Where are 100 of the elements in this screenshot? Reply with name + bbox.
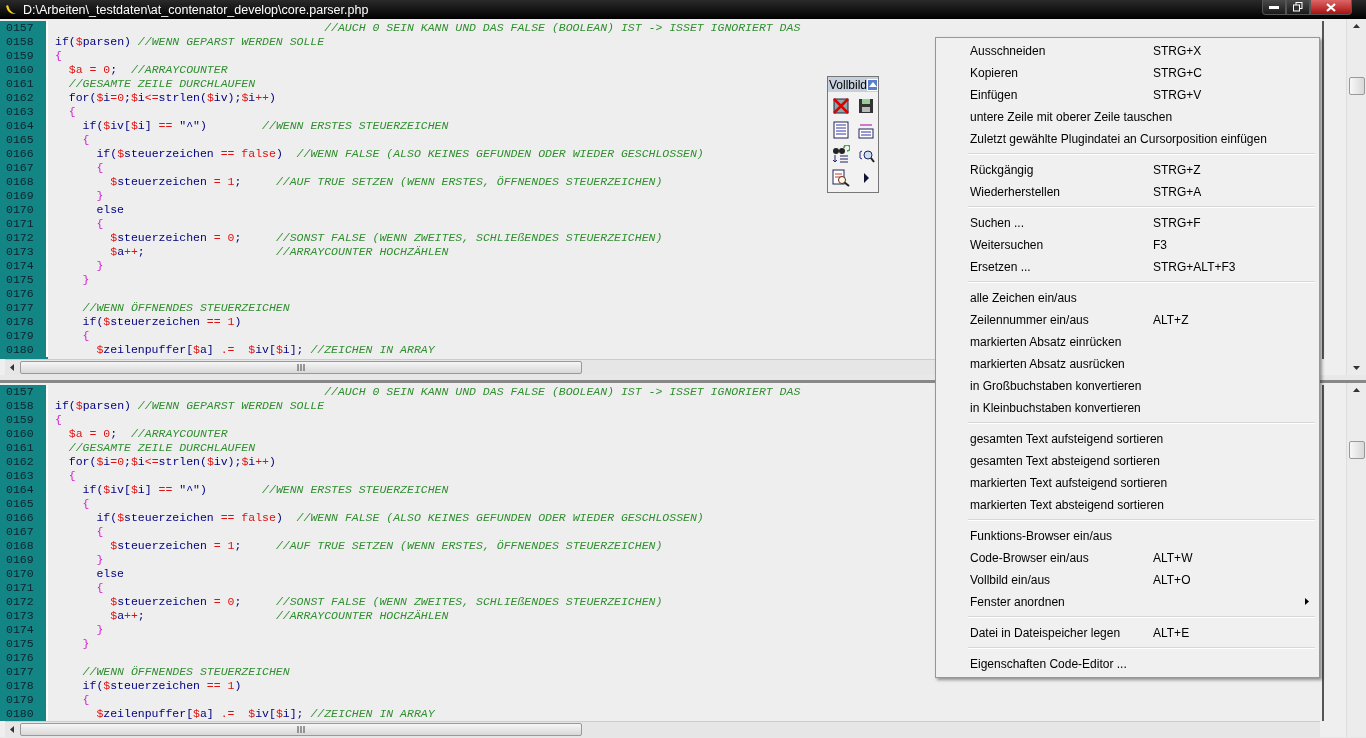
scroll-left-icon[interactable] [10, 726, 15, 733]
line-number: 0168 [0, 175, 48, 189]
line-number: 0176 [0, 651, 48, 665]
code-line: { [67, 469, 76, 483]
line-number: 0174 [0, 259, 48, 273]
restore-button[interactable] [1286, 0, 1310, 15]
line-number: 0161 [0, 441, 48, 455]
code-line: { [95, 161, 104, 175]
line-number: 0157 [0, 21, 48, 35]
keyboard-shortcut: ALT+Z [1153, 313, 1189, 327]
menu-item[interactable]: Weitersuchen F3 [938, 234, 1317, 256]
menu-item[interactable]: gesamten Text aufsteigend sortieren [938, 428, 1317, 450]
code-line: $a++; //ARRAYCOUNTER HOCHZÄHLEN [109, 609, 449, 623]
scroll-left-icon[interactable] [10, 364, 15, 371]
keyboard-shortcut: ALT+W [1153, 551, 1193, 565]
menu-item[interactable]: Zuletzt gewählte Plugindatei an Cursorposition einfügen [938, 128, 1317, 150]
line-number: 0161 [0, 77, 48, 91]
menu-item[interactable]: markierten Text absteigend sortieren [938, 494, 1317, 516]
line-number: 0164 [0, 119, 48, 133]
horizontal-scrollbar[interactable] [5, 721, 1320, 737]
menu-item[interactable]: in Großbuchstaben konvertieren [938, 375, 1317, 397]
line-number: 0168 [0, 539, 48, 553]
menu-item[interactable]: Ausschneiden STRG+X [938, 40, 1317, 62]
menu-item[interactable]: Eigenschaften Code-Editor ... [938, 653, 1317, 675]
menu-item[interactable]: Einfügen STRG+V [938, 84, 1317, 106]
menu-item[interactable]: Funktions-Browser ein/aus [938, 525, 1317, 547]
menu-item[interactable]: Suchen ... STRG+F [938, 212, 1317, 234]
line-number: 0160 [0, 63, 48, 77]
binoculars-icon[interactable] [830, 143, 852, 165]
code-line: { [95, 525, 104, 539]
code-line: if($steuerzeichen == false) //WENN FALSE (ALSO KEINES GEFUNDEN ODER WIEDER GESCHLOSSEN) [95, 147, 704, 161]
menu-item[interactable]: Datei in Dateispeicher legen ALT+E [938, 622, 1317, 644]
keyboard-shortcut: ALT+E [1153, 626, 1190, 640]
code-line: //GESAMTE ZEILE DURCHLAUFEN [67, 441, 256, 455]
code-line: if($parsen) //WENN GEPARST WERDEN SOLLE [54, 35, 325, 49]
vertical-scrollbar[interactable] [1346, 383, 1366, 737]
menu-item[interactable]: Kopieren STRG+C [938, 62, 1317, 84]
line-number: 0162 [0, 455, 48, 469]
line-number: 0169 [0, 189, 48, 203]
code-line: $zeilenpuffer[$a] .= $iv[$i]; //ZEICHEN IN ARRAY [95, 343, 435, 357]
code-line: if($iv[$i] == "^") //WENN ERSTES STEUERZEICHEN [81, 483, 449, 497]
collapse-button[interactable] [867, 78, 878, 91]
scroll-thumb[interactable] [1348, 77, 1365, 95]
keyboard-shortcut: ALT+O [1153, 573, 1191, 587]
code-line: //AUCH 0 SEIN KANN UND DAS FALSE (BOOLEAN) IST -> ISSET IGNORIERT DAS [323, 385, 801, 399]
line-number: 0163 [0, 105, 48, 119]
code-line: //GESAMTE ZEILE DURCHLAUFEN [67, 77, 256, 91]
keyboard-shortcut: STRG+V [1153, 88, 1202, 102]
crossed-document-icon[interactable] [830, 95, 852, 117]
line-number: 0171 [0, 217, 48, 231]
line-number: 0166 [0, 511, 48, 525]
grip-icon[interactable] [297, 726, 305, 733]
code-line: $a = 0; //ARRAYCOUNTER [67, 427, 228, 441]
keyboard-shortcut: STRG+A [1153, 185, 1202, 199]
menu-item[interactable]: markierten Absatz ausrücken [938, 353, 1317, 375]
code-line: for($i=0;$i<=strlen($iv);$i++) [67, 91, 276, 105]
vertical-scrollbar[interactable] [1346, 19, 1366, 375]
code-line: } [81, 273, 90, 287]
code-line: if($parsen) //WENN GEPARST WERDEN SOLLE [54, 399, 325, 413]
code-line: else [95, 203, 124, 217]
line-number: 0179 [0, 693, 48, 707]
line-number: 0159 [0, 49, 48, 63]
menu-item[interactable]: gesamten Text absteigend sortieren [938, 450, 1317, 472]
scroll-thumb[interactable] [1348, 441, 1365, 459]
menu-item[interactable]: Ersetzen ... STRG+ALT+F3 [938, 256, 1317, 278]
keyboard-shortcut: STRG+C [1153, 66, 1202, 80]
menu-item[interactable]: untere Zeile mit oberer Zeile tauschen [938, 106, 1317, 128]
code-line: $zeilenpuffer[$a] .= $iv[$i]; //ZEICHEN IN ARRAY [95, 707, 435, 721]
code-line: { [81, 329, 90, 343]
code-line: $steuerzeichen = 1; //AUF TRUE SETZEN (WENN ERSTES, ÖFFNENDES STEUERZEICHEN) [109, 175, 663, 189]
menu-item[interactable]: alle Zeichen ein/aus [938, 287, 1317, 309]
line-number: 0165 [0, 133, 48, 147]
code-line: //WENN ÖFFNENDES STEUERZEICHEN [81, 665, 290, 679]
line-number: 0180 [0, 707, 48, 721]
menu-item[interactable]: Zeilennummer ein/aus ALT+Z [938, 309, 1317, 331]
minimize-icon [1269, 5, 1279, 9]
code-line: { [67, 105, 76, 119]
keyboard-shortcut: STRG+ALT+F3 [1153, 260, 1236, 274]
line-number: 0160 [0, 427, 48, 441]
code-line: { [81, 133, 90, 147]
code-line: { [95, 217, 104, 231]
code-line: $a++; //ARRAYCOUNTER HOCHZÄHLEN [109, 245, 449, 259]
menu-item[interactable]: Fenster anordnen [938, 591, 1317, 613]
menu-item[interactable]: in Kleinbuchstaben konvertieren [938, 397, 1317, 419]
document-magnifier-icon[interactable] [830, 167, 852, 189]
keyboard-shortcut: STRG+X [1153, 44, 1202, 58]
menu-item[interactable]: Wiederherstellen STRG+A [938, 181, 1317, 203]
menu-item[interactable]: markierten Absatz einrücken [938, 331, 1317, 353]
code-line: $steuerzeichen = 1; //AUF TRUE SETZEN (WENN ERSTES, ÖFFNENDES STEUERZEICHEN) [109, 539, 663, 553]
menu-item[interactable]: Vollbild ein/aus ALT+O [938, 569, 1317, 591]
menu-item[interactable]: markierten Text aufsteigend sortieren [938, 472, 1317, 494]
minimize-button[interactable] [1262, 0, 1286, 15]
close-button[interactable] [1310, 0, 1352, 15]
code-line: { [95, 581, 104, 595]
menu-item[interactable]: Code-Browser ein/aus ALT+W [938, 547, 1317, 569]
line-number: 0171 [0, 581, 48, 595]
menu-item[interactable]: Rückgängig STRG+Z [938, 159, 1317, 181]
code-line: for($i=0;$i<=strlen($iv);$i++) [67, 455, 276, 469]
grip-icon[interactable] [297, 364, 305, 371]
line-number: 0172 [0, 231, 48, 245]
